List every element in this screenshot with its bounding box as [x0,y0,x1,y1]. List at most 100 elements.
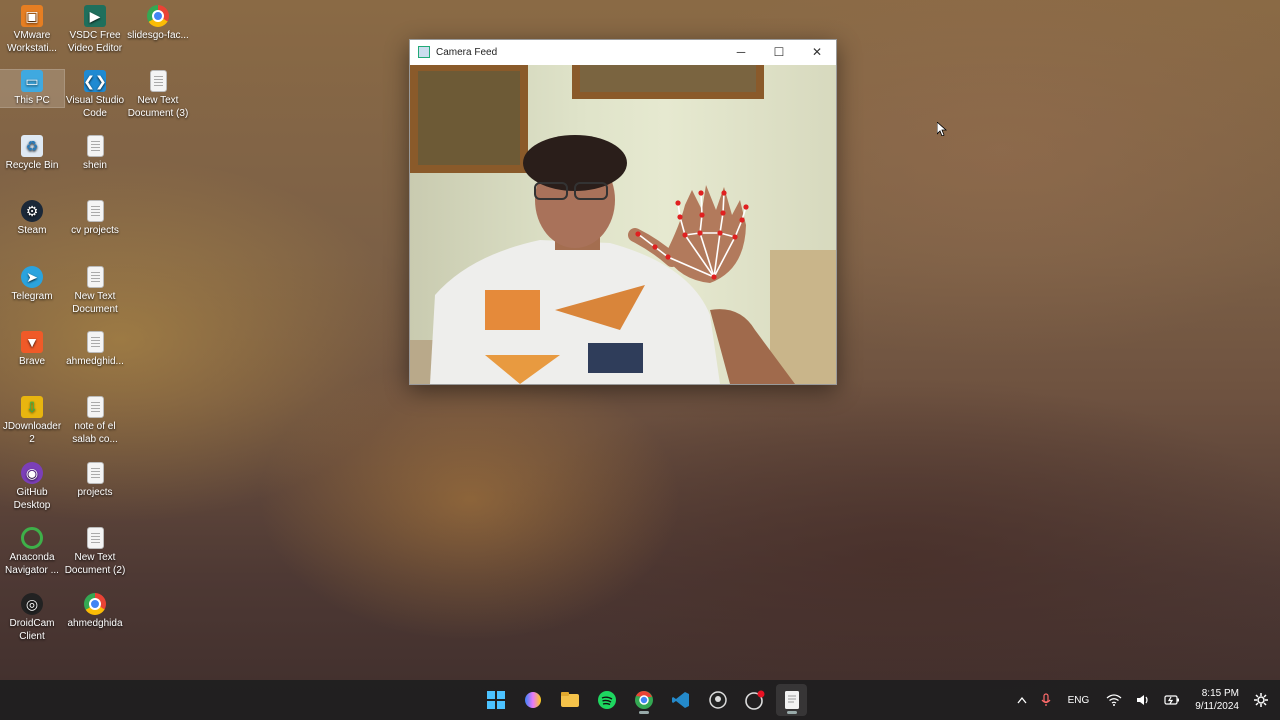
chrome-icon [147,5,169,27]
desktop-icon-ahmedghid-doc[interactable]: ahmedghid... [63,331,127,368]
language-indicator[interactable]: ENG [1068,695,1090,706]
chrome-icon [634,691,653,709]
desktop-icon-brave[interactable]: ▼ Brave [0,331,64,368]
desktop-icon-slidesgo[interactable]: slidesgo-fac... [126,5,190,42]
droidcam-button[interactable] [702,684,733,716]
desktop-icon-label: slidesgo-fac... [127,30,189,41]
vsdc-icon: ▶ [84,5,106,27]
desktop-icon-projects[interactable]: projects [63,462,127,499]
text-document-icon [86,462,104,484]
desktop-icon-recycle-bin[interactable]: ♻ Recycle Bin [0,135,64,172]
desktop-icon-new-text-3[interactable]: New Text Document (3) [126,70,190,120]
microphone-button[interactable] [1041,693,1051,707]
shirt-print [485,290,540,330]
window-titlebar[interactable]: Camera Feed ─ ☐ ✕ [410,40,836,64]
desktop-icon-github-desktop[interactable]: ◉ GitHub Desktop [0,462,64,512]
desktop-icon-vscode[interactable]: ❮❯ Visual Studio Code [63,70,127,120]
github-desktop-button[interactable] [739,684,770,716]
desktop-icon-label: New Text Document (2) [64,552,126,576]
monitor-icon: ▭ [21,70,43,92]
camera-frame-image [410,65,836,384]
file-explorer-button[interactable] [554,684,585,716]
github-icon: ◉ [21,462,43,484]
notepad-button[interactable] [776,684,807,716]
maximize-button[interactable]: ☐ [760,40,798,64]
vmware-icon: ▣ [21,5,43,27]
mouse-cursor-icon [937,122,947,136]
desktop-icon-jdownloader[interactable]: ⇩ JDownloader 2 [0,396,64,446]
desktop-icon-label: Steam [17,225,47,236]
recycle-bin-icon: ♻ [21,135,43,157]
volume-icon [1137,695,1148,705]
notepad-icon [784,691,799,709]
desktop-icon-label: Recycle Bin [5,160,59,171]
desktop-icon-label: ahmedghida [67,618,123,629]
desktop-icon-this-pc[interactable]: ▭ This PC [0,69,65,108]
clock-time: 8:15 PM [1201,688,1239,699]
desktop-icon-label: Brave [18,356,46,367]
jdownloader-icon: ⇩ [21,396,43,418]
wifi-icon [1106,694,1122,706]
copilot-icon [524,692,541,708]
camera-feed-window[interactable]: Camera Feed ─ ☐ ✕ [409,39,837,385]
desktop-icon-label: ahmedghid... [66,356,124,367]
wifi-button[interactable] [1106,694,1122,706]
camera-feed-view [410,65,836,384]
desktop-icon-label: Anaconda Navigator ... [5,552,59,576]
taskbar: ENG 8:15 PM 9/11/2024 [0,680,1280,720]
text-document-icon [86,200,104,222]
vscode-button[interactable] [665,684,696,716]
telegram-icon: ➤ [21,266,43,288]
anaconda-icon [21,527,43,549]
show-hidden-icons-button[interactable] [1017,696,1027,704]
spotify-icon [597,691,616,709]
spotify-button[interactable] [591,684,622,716]
window-app-icon [418,46,430,58]
desktop-icon-cv-projects[interactable]: cv projects [63,200,127,237]
desktop-icon-steam[interactable]: ⚙ Steam [0,200,64,237]
desktop-icon-label: DroidCam Client [9,618,55,642]
window-title: Camera Feed [436,46,498,58]
brave-icon: ▼ [21,331,43,353]
notifications-button[interactable] [1254,693,1268,707]
clock-date: 9/11/2024 [1195,701,1239,712]
chrome-button[interactable] [628,684,659,716]
desktop-icon-label: VSDC Free Video Editor [67,30,123,54]
clock[interactable]: 8:15 PM 9/11/2024 [1195,687,1239,713]
close-button[interactable]: ✕ [798,40,836,64]
desktop-icon-shein[interactable]: shein [63,135,127,172]
droidcam-icon: ◎ [21,593,43,615]
desktop-icon-label: shein [83,160,107,171]
desktop-icon-new-text-2[interactable]: New Text Document (2) [63,527,127,577]
vscode-icon [671,692,689,708]
desktop-icon-label: New Text Document (3) [127,95,189,119]
start-button[interactable] [480,684,511,716]
copilot-button[interactable] [517,684,548,716]
desktop-icon-vsdc[interactable]: ▶ VSDC Free Video Editor [63,5,127,55]
text-document-icon [86,266,104,288]
vscode-icon: ❮❯ [83,70,107,92]
desktop-icon-note-el-salab[interactable]: note of el salab co... [63,396,127,446]
desktop-icon-label: New Text Document [72,291,118,315]
desktop-icon-anaconda[interactable]: Anaconda Navigator ... [0,527,64,577]
desktop-icon-new-text[interactable]: New Text Document [63,266,127,316]
raised-hand [665,185,746,283]
desktop-icon-ahmedghida[interactable]: ahmedghida [63,593,127,630]
desktop-icon-telegram[interactable]: ➤ Telegram [0,266,64,303]
desktop-icon-label: GitHub Desktop [13,487,51,511]
desktop-icon-droidcam[interactable]: ◎ DroidCam Client [0,593,64,643]
battery-charging-icon [1164,695,1180,705]
desktop-icon-label: Telegram [11,291,53,302]
desktop-icon-label: Visual Studio Code [65,95,125,119]
volume-button[interactable] [1136,694,1150,706]
battery-button[interactable] [1164,695,1180,705]
text-document-icon [86,396,104,418]
desktop-icon-label: projects [77,487,113,498]
github-icon [744,690,764,710]
text-document-icon [86,331,104,353]
minimize-button[interactable]: ─ [722,40,760,64]
desktop-icon-label: This PC [14,95,50,106]
text-document-icon [86,135,104,157]
system-tray: ENG 8:15 PM 9/11/2024 [1010,680,1280,720]
desktop-icon-vmware[interactable]: ▣ VMware Workstati... [0,5,64,55]
